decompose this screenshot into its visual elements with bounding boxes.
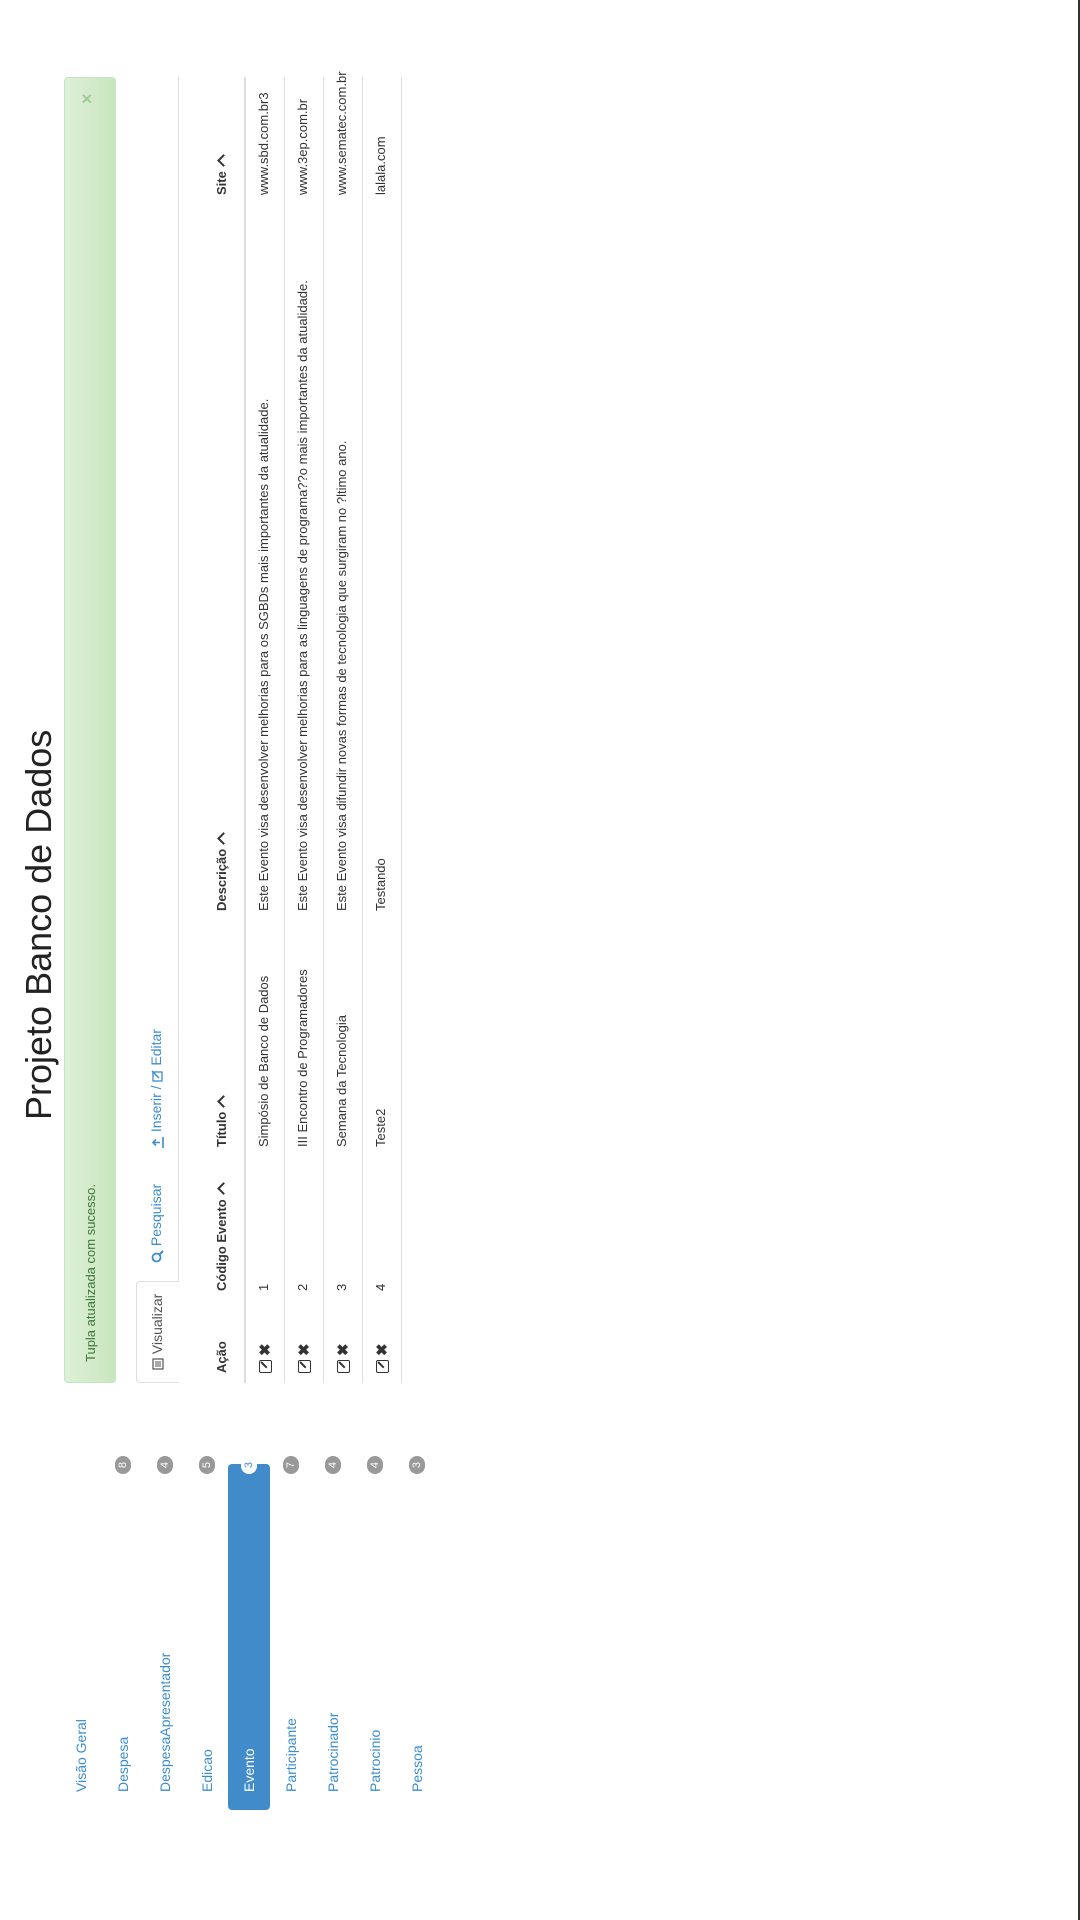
page: Projeto Banco de Dados Visão Geral Despe… — [0, 0, 1080, 1920]
cell-descricao: Testando — [373, 858, 388, 911]
cell-descricao: Este Evento visa desenvolver melhorias p… — [256, 398, 271, 911]
table-row: ✖ 3 Semana da Tecnologia Este Evento vis… — [324, 71, 363, 1383]
count-badge: 5 — [199, 1456, 215, 1474]
sidebar-item-label: Participante — [283, 1718, 299, 1792]
count-badge: 4 — [325, 1456, 341, 1474]
edit-icon[interactable] — [376, 1360, 389, 1373]
cell-site: www.sematec.com.br — [334, 71, 349, 195]
count-badge: 3 — [241, 1456, 257, 1474]
upload-icon — [151, 1137, 164, 1148]
success-alert: Tupla atualizada com sucesso. × — [64, 77, 116, 1383]
sidebar-item-label: Pessoa — [409, 1745, 425, 1792]
list-icon — [152, 1358, 164, 1370]
table-row: ✖ 2 III Encontro de Programadores Este E… — [285, 77, 324, 1383]
cell-codigo: 2 — [295, 1283, 310, 1291]
chevron-up-icon — [217, 154, 230, 168]
table-row: ✖ 1 Simpósio de Banco de Dados Este Even… — [246, 77, 285, 1383]
cell-codigo: 3 — [334, 1283, 349, 1291]
header-label: Site — [214, 171, 229, 195]
page-title: Projeto Banco de Dados — [18, 729, 59, 1120]
edit-icon[interactable] — [337, 1360, 350, 1373]
cell-codigo: 4 — [373, 1283, 388, 1291]
sidebar-item-label: Patrocinador — [325, 1712, 341, 1792]
edit-icon — [151, 1070, 163, 1082]
sidebar-item-patrocinio[interactable]: Patrocinio 4 — [354, 1456, 396, 1810]
sidebar-item-label: Patrocinio — [367, 1729, 383, 1792]
sidebar-item-label: Evento — [241, 1748, 257, 1792]
chevron-up-icon — [217, 1094, 230, 1108]
delete-icon[interactable]: ✖ — [257, 1343, 274, 1356]
row-actions: ✖ — [256, 1343, 274, 1373]
header-label: Código Evento — [214, 1199, 229, 1291]
edit-icon[interactable] — [259, 1360, 272, 1373]
edit-icon[interactable] — [298, 1360, 311, 1373]
count-badge: 4 — [157, 1456, 173, 1474]
sidebar-item-label: DespesaApresentador — [157, 1652, 173, 1792]
sidebar-item-edicao[interactable]: Edicao 5 — [186, 1456, 228, 1810]
sidebar-nav: Visão Geral Despesa 8 DespesaApresentado… — [60, 1456, 438, 1810]
cell-site: lalala.com — [373, 136, 388, 195]
cell-titulo: Teste2 — [373, 1108, 388, 1147]
sidebar-item-pessoa[interactable]: Pessoa 3 — [396, 1456, 438, 1810]
cell-descricao: Este Evento visa desenvolver melhorias p… — [295, 280, 310, 911]
tab-label: Editar — [148, 1029, 164, 1066]
tab-label: Inserir / — [148, 1081, 164, 1133]
table-row: ✖ 4 Teste2 Testando lalala.com — [363, 77, 402, 1383]
row-actions: ✖ — [295, 1343, 313, 1373]
cell-titulo: Simpósio de Banco de Dados — [256, 975, 271, 1147]
sidebar-item-evento[interactable]: Evento 3 — [228, 1456, 270, 1810]
cell-codigo: 1 — [256, 1283, 271, 1291]
header-label: Título — [214, 1111, 229, 1147]
sidebar-item-despesaapresentador[interactable]: DespesaApresentador 4 — [144, 1456, 186, 1810]
sidebar-item-patrocinador[interactable]: Patrocinador 4 — [312, 1456, 354, 1810]
tab-inserir-editar[interactable]: Inserir / Editar — [136, 1017, 176, 1161]
tab-bar: Visualizar Pesquisar Inserir / Editar — [136, 77, 179, 1383]
sidebar-item-label: Despesa — [115, 1736, 131, 1792]
count-badge: 4 — [367, 1456, 383, 1474]
sidebar-item-despesa[interactable]: Despesa 8 — [102, 1456, 144, 1810]
row-actions: ✖ — [373, 1343, 391, 1373]
chevron-up-icon — [217, 1182, 230, 1196]
header-site[interactable]: Site — [214, 154, 230, 195]
cell-titulo: Semana da Tecnologia — [334, 1014, 349, 1147]
header-label: Descrição — [214, 848, 229, 911]
delete-icon[interactable]: ✖ — [374, 1343, 391, 1356]
header-descricao[interactable]: Descrição — [214, 831, 230, 911]
sidebar-item-participante[interactable]: Participante 7 — [270, 1456, 312, 1810]
row-actions: ✖ — [334, 1343, 352, 1373]
delete-icon[interactable]: ✖ — [296, 1343, 313, 1356]
count-badge: 7 — [283, 1456, 299, 1474]
count-badge: 3 — [409, 1456, 425, 1474]
cell-titulo: III Encontro de Programadores — [295, 969, 310, 1147]
close-icon[interactable]: × — [77, 93, 98, 104]
sidebar-item-visao-geral[interactable]: Visão Geral — [60, 1464, 102, 1810]
cell-site: www.3ep.com.br — [295, 98, 310, 195]
sidebar-item-label: Visão Geral — [73, 1719, 89, 1792]
count-badge: 8 — [115, 1456, 131, 1474]
tab-pesquisar[interactable]: Pesquisar — [136, 1172, 176, 1275]
evento-table: Ação Código Evento Título Descrição Site… — [178, 71, 402, 1383]
sidebar-item-label: Edicao — [199, 1749, 215, 1792]
table-header: Ação Código Evento Título Descrição Site — [178, 77, 246, 1383]
tab-visualizar[interactable]: Visualizar — [136, 1280, 179, 1383]
cell-descricao: Este Evento visa difundir novas formas d… — [334, 440, 349, 911]
tab-label: Pesquisar — [148, 1183, 164, 1247]
header-codigo-evento[interactable]: Código Evento — [214, 1182, 230, 1291]
chevron-up-icon — [217, 831, 230, 845]
delete-icon[interactable]: ✖ — [335, 1343, 352, 1356]
search-icon — [151, 1250, 164, 1263]
tab-label: Visualizar — [149, 1293, 165, 1355]
alert-message: Tupla atualizada com sucesso. — [83, 1183, 98, 1362]
header-acao: Ação — [214, 1341, 229, 1373]
cell-site: www.sbd.com.br3 — [256, 92, 271, 195]
header-titulo[interactable]: Título — [214, 1094, 230, 1147]
